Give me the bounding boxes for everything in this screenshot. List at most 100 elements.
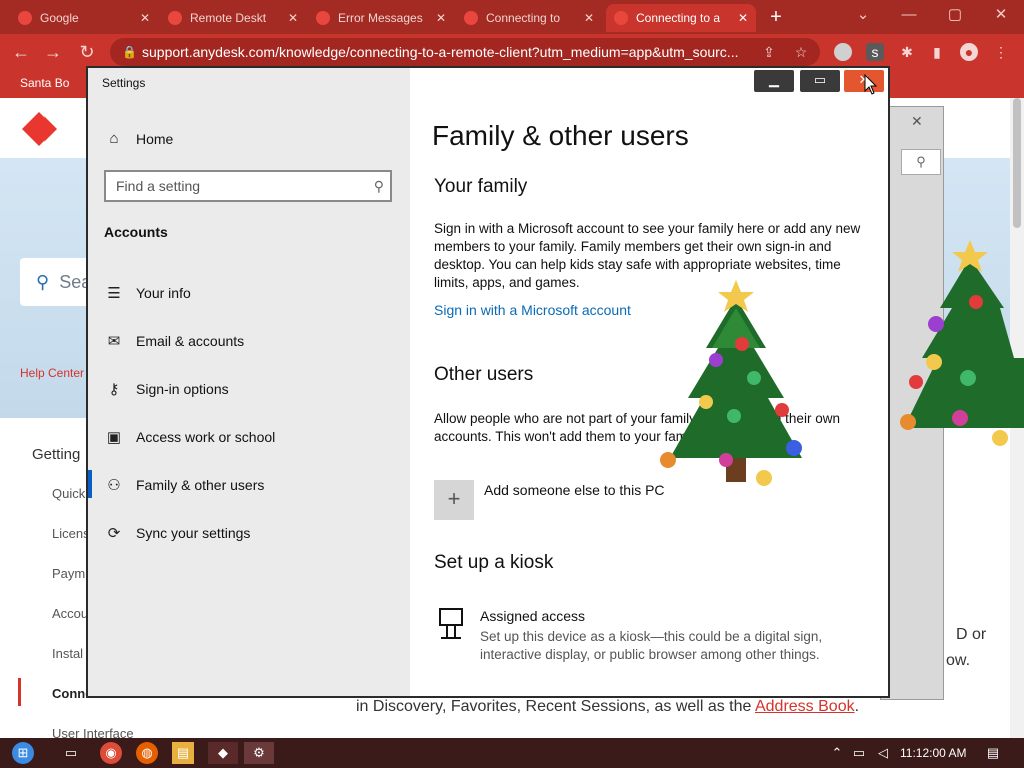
back-icon[interactable]: ←: [10, 41, 32, 63]
google-favicon-icon: [18, 11, 32, 25]
new-tab-button[interactable]: +: [764, 6, 788, 28]
anydesk-favicon-icon: [614, 11, 628, 25]
web-sidebar-item[interactable]: Licens: [52, 526, 90, 541]
search-icon: ⚲: [36, 272, 50, 292]
bookmark-star-icon[interactable]: ☆: [792, 43, 810, 61]
tab-title: Connecting to: [486, 11, 561, 25]
browser-tab[interactable]: Remote Deskt ✕: [160, 4, 306, 32]
settings-nav-pane: Settings ⌂ Home Find a setting ⚲ Account…: [88, 68, 410, 696]
browser-tab[interactable]: Google ✕: [10, 4, 158, 32]
browser-tab[interactable]: Connecting to ✕: [456, 4, 602, 32]
settings-gear-icon[interactable]: ⚙: [244, 742, 274, 764]
mouse-cursor-icon: [864, 74, 878, 95]
add-user-button[interactable]: +: [434, 480, 474, 520]
web-body-suffix: .: [854, 698, 860, 715]
settings-minimize-button[interactable]: ▁: [754, 70, 794, 92]
address-book-link[interactable]: Address Book: [755, 698, 855, 715]
forward-icon[interactable]: →: [42, 41, 64, 63]
tab-title: Connecting to a: [636, 11, 721, 25]
window-restore-button[interactable]: ▢: [932, 0, 978, 32]
christmas-tree-icon: [900, 240, 1024, 446]
briefcase-icon: ▣: [106, 429, 122, 446]
notifications-icon[interactable]: ▤: [982, 742, 1004, 764]
sign-in-microsoft-link[interactable]: Sign in with a Microsoft account: [434, 302, 631, 318]
envelope-icon: ✉: [107, 333, 121, 350]
web-body-fragment: ow.: [946, 652, 971, 669]
assigned-access-description: Set up this device as a kiosk—this could…: [480, 629, 823, 662]
web-sidebar-item[interactable]: Quick: [52, 486, 85, 501]
firefox-icon[interactable]: ◍: [136, 742, 158, 764]
share-icon[interactable]: ⇪: [760, 43, 778, 61]
home-icon: ⌂: [109, 130, 119, 147]
search-icon: ⚲: [373, 178, 384, 194]
tab-close-icon[interactable]: ✕: [436, 11, 446, 25]
tab-close-icon[interactable]: ✕: [288, 11, 298, 25]
tab-close-icon[interactable]: ✕: [584, 11, 594, 25]
add-user-label[interactable]: Add someone else to this PC: [484, 482, 665, 498]
bookmark-item[interactable]: Santa Bo: [20, 76, 69, 90]
search-icon[interactable]: ⚲: [901, 149, 941, 175]
window-close-button[interactable]: ✕: [978, 0, 1024, 32]
person-card-icon: ☰: [107, 285, 121, 302]
anydesk-logo-icon: [22, 112, 57, 146]
browser-tab[interactable]: Error Messages ✕: [308, 4, 454, 32]
start-button-icon[interactable]: ⊞: [12, 742, 34, 764]
nav-item-sync-settings[interactable]: ⟳ Sync your settings: [104, 524, 251, 542]
nav-item-label: Family & other users: [136, 477, 265, 493]
nav-home[interactable]: ⌂ Home: [104, 130, 173, 147]
anydesk-favicon-icon: [316, 11, 330, 25]
tab-title: Remote Deskt: [190, 11, 267, 25]
settings-maximize-button[interactable]: ▭: [800, 70, 840, 92]
reload-icon[interactable]: ↻: [76, 41, 98, 63]
tab-close-icon[interactable]: ✕: [140, 11, 150, 25]
volume-icon[interactable]: ◁: [872, 742, 894, 764]
file-explorer-icon[interactable]: ▤: [172, 742, 194, 764]
scrollbar-thumb[interactable]: [1013, 98, 1021, 228]
find-setting-input[interactable]: Find a setting ⚲: [104, 170, 392, 202]
nav-item-email-accounts[interactable]: ✉ Email & accounts: [104, 332, 244, 350]
menu-kebab-icon[interactable]: ⋮: [992, 43, 1010, 61]
assigned-access-link[interactable]: Assigned access: [480, 608, 585, 624]
anydesk-favicon-icon: [168, 11, 182, 25]
nav-item-family-other-users[interactable]: ⚇ Family & other users: [88, 470, 265, 498]
chrome-icon[interactable]: ◉: [100, 742, 122, 764]
extensions-puzzle-icon[interactable]: ✱: [898, 43, 916, 61]
help-center-link[interactable]: Help Center: [20, 366, 84, 380]
nav-item-your-info[interactable]: ☰ Your info: [104, 284, 190, 302]
address-bar[interactable]: 🔒 support.anydesk.com/knowledge/connecti…: [110, 38, 820, 66]
chevron-up-icon[interactable]: ⌃: [826, 742, 848, 764]
window-minimize-button[interactable]: —: [886, 0, 932, 32]
extension-badge-icon[interactable]: s: [866, 43, 884, 61]
url-text: support.anydesk.com/knowledge/connecting…: [142, 44, 739, 60]
browser-toolbar: ← → ↻ 🔒 support.anydesk.com/knowledge/co…: [0, 34, 1024, 70]
find-setting-placeholder: Find a setting: [116, 178, 201, 194]
web-sidebar-item[interactable]: User Interface: [52, 726, 134, 738]
web-sidebar-item[interactable]: Instal: [52, 646, 83, 661]
tab-close-icon[interactable]: ✕: [738, 11, 748, 25]
taskbar-clock[interactable]: 11:12:00 AM: [900, 746, 967, 760]
plus-icon: +: [447, 486, 461, 511]
lock-icon: 🔒: [122, 45, 137, 59]
anydesk-taskbar-icon[interactable]: ◆: [208, 742, 238, 764]
christmas-tree-icon: [660, 280, 802, 486]
dialog-close-icon[interactable]: ✕: [911, 113, 923, 130]
sync-icon: ⟳: [107, 525, 121, 542]
browser-tab-active[interactable]: Connecting to a ✕: [606, 4, 756, 32]
kiosk-icon: [439, 608, 463, 639]
nav-item-sign-in-options[interactable]: ⚷ Sign-in options: [104, 380, 229, 398]
extension-icon[interactable]: [834, 43, 852, 61]
web-body-text: in Discovery, Favorites, Recent Sessions…: [356, 698, 859, 716]
window-title: Settings: [102, 76, 146, 90]
profile-avatar-icon[interactable]: ●: [960, 43, 978, 61]
page-title: Family & other users: [432, 120, 689, 151]
tab-search-button[interactable]: ⌄: [840, 0, 886, 32]
task-view-icon[interactable]: ▭: [60, 742, 82, 764]
web-sidebar-item[interactable]: Accou: [52, 606, 88, 621]
side-panel-icon[interactable]: ▮: [928, 43, 946, 61]
network-icon[interactable]: ▭: [848, 742, 870, 764]
nav-item-access-work[interactable]: ▣ Access work or school: [104, 428, 275, 446]
nav-section-heading: Accounts: [104, 224, 168, 240]
web-body-prefix: in Discovery, Favorites, Recent Sessions…: [356, 698, 755, 715]
anydesk-favicon-icon: [464, 11, 478, 25]
web-sidebar-item[interactable]: Paym: [52, 566, 85, 581]
